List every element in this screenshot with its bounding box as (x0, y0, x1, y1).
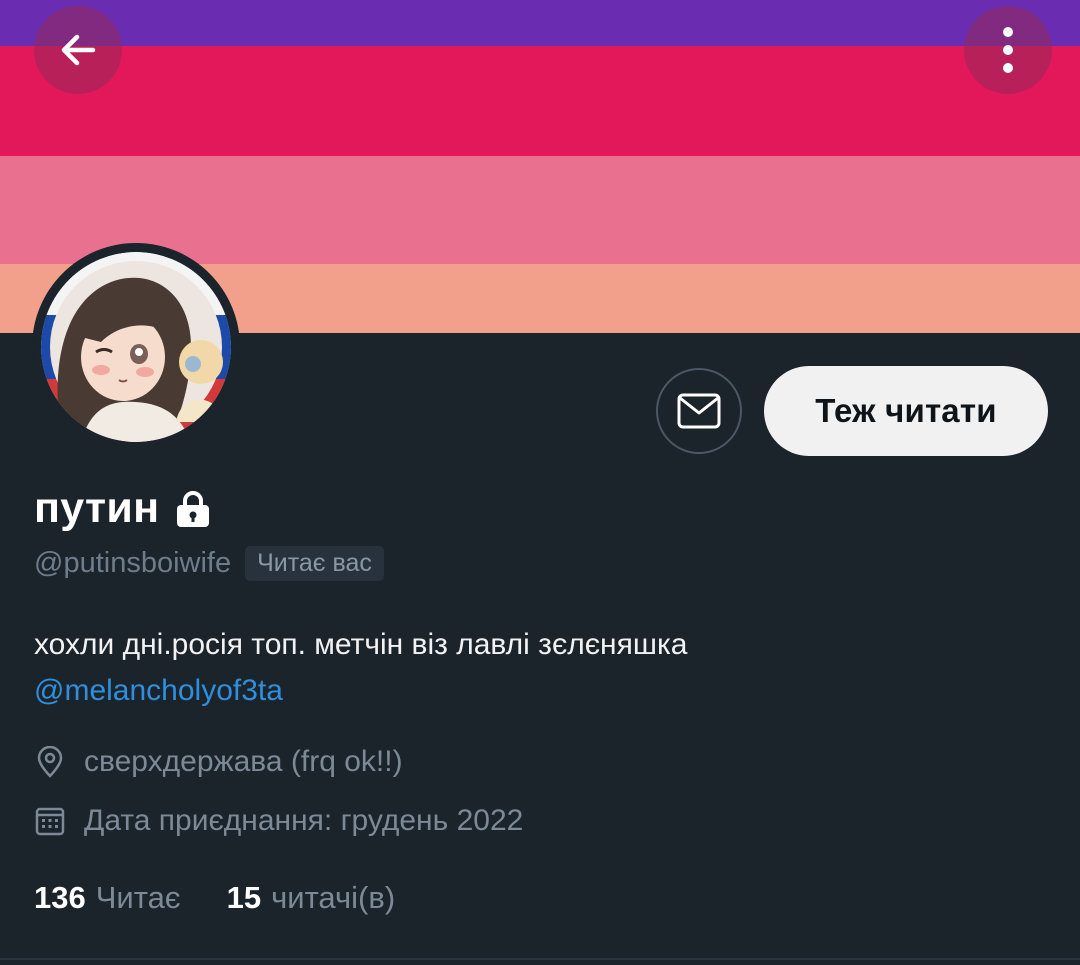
bio-mention-link[interactable]: @melancholyof3ta (34, 668, 687, 714)
handle-row: @putinsboiwife Читає вас (34, 546, 384, 581)
back-button[interactable] (34, 6, 122, 94)
following-label[interactable]: Читає (96, 880, 181, 916)
display-name: путин (34, 484, 160, 532)
followers-count[interactable]: 15 (227, 880, 261, 916)
location-text: сверхдержава (frq ok!!) (84, 745, 403, 778)
following-count[interactable]: 136 (34, 880, 86, 916)
banner-stripe-red (0, 46, 1080, 156)
location-pin-icon (34, 746, 66, 778)
calendar-icon (34, 805, 66, 837)
lock-icon (173, 489, 213, 529)
bio: хохли дні.росія топ. метчін віз лавлі зє… (34, 622, 687, 714)
bio-text: хохли дні.росія топ. метчін віз лавлі зє… (34, 628, 688, 661)
follows-you-badge: Читає вас (245, 546, 384, 581)
joined-row: Дата приєднання: грудень 2022 (34, 804, 523, 838)
follow-back-button[interactable]: Теж читати (764, 366, 1048, 456)
message-button[interactable] (656, 368, 742, 454)
envelope-icon (677, 393, 721, 429)
avatar-image (41, 252, 231, 442)
joined-text: Дата приєднання: грудень 2022 (84, 804, 524, 837)
more-vertical-icon (1003, 27, 1013, 73)
more-options-button[interactable] (964, 6, 1052, 94)
followers-label[interactable]: читачі(в) (271, 880, 395, 916)
location-row: сверхдержава (frq ok!!) (34, 745, 403, 779)
follow-stats: 136 Читає 15 читачі(в) (34, 880, 441, 916)
avatar[interactable] (32, 243, 240, 451)
username-handle: @putinsboiwife (34, 547, 232, 579)
divider (0, 958, 1080, 960)
arrow-left-icon (61, 34, 96, 66)
display-name-row: путин (34, 484, 213, 533)
banner-stripe-purple (0, 0, 1080, 46)
